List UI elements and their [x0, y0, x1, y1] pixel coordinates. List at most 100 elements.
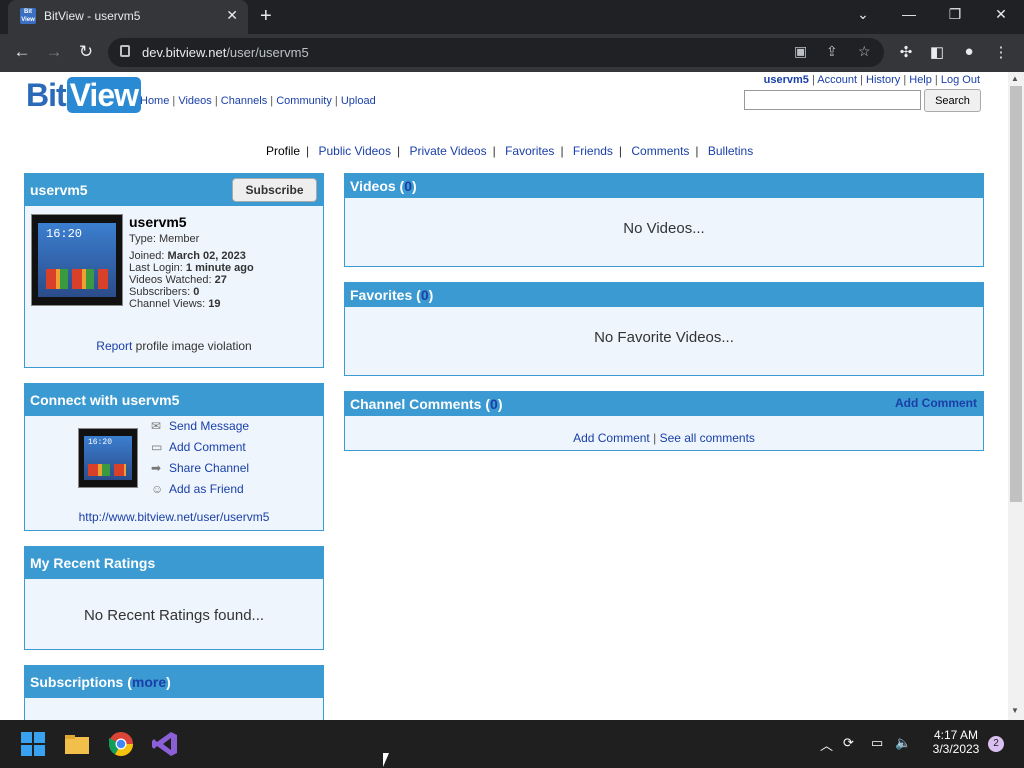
windows-taskbar: ︿ ⟳ ▭ 🔈 4:17 AM 3/3/2023 2	[0, 720, 1024, 768]
send-message-row[interactable]: ✉ Send Message	[151, 419, 249, 433]
videos-empty-message: No Videos...	[623, 220, 705, 237]
reload-icon[interactable]: ↻	[75, 42, 97, 62]
address-bar[interactable]: dev.bitview.net/user/uservm5 ▣ ⇪ ☆	[108, 38, 884, 67]
profile-username: uservm5	[129, 214, 187, 230]
profile-box: uservm5 Subscribe 16:20 uservm5 Type: Me…	[24, 173, 324, 368]
search-input[interactable]	[744, 90, 921, 110]
share-icon[interactable]: ⇪	[826, 43, 838, 60]
page-scrollbar[interactable]: ▲ ▼	[1008, 72, 1024, 720]
connect-box: Connect with uservm5 16:20 ✉ Send Message…	[24, 383, 324, 531]
browser-tab-bar: Bit View BitView - uservm5 ✕ + ⌄ — ❐ ✕	[0, 0, 1024, 34]
subscriptions-box: Subscriptions (more)	[24, 665, 324, 720]
profile-type: Type: Member	[129, 233, 200, 245]
menu-kebab-icon[interactable]: ⋮	[991, 43, 1011, 61]
add-comment-link[interactable]: Add Comment	[169, 440, 246, 454]
history-link[interactable]: History	[866, 74, 900, 86]
share-channel-link[interactable]: Share Channel	[169, 461, 249, 475]
account-link[interactable]: Account	[817, 74, 857, 86]
ratings-box-header: My Recent Ratings	[25, 547, 323, 579]
share-channel-row[interactable]: ➡ Share Channel	[151, 461, 249, 475]
back-icon[interactable]: ←	[11, 42, 33, 62]
tab-search-chevron-icon[interactable]: ⌄	[851, 6, 875, 23]
subscriptions-box-header: Subscriptions (more)	[25, 666, 323, 698]
mouse-cursor-icon	[383, 753, 389, 767]
file-explorer-icon[interactable]	[61, 728, 93, 760]
blocked-popup-icon[interactable]: ▣	[794, 43, 807, 60]
ratings-empty-message: No Recent Ratings found...	[83, 607, 265, 624]
profile-channel-views: Channel Views: 19	[129, 298, 221, 310]
subscribe-button[interactable]: Subscribe	[232, 178, 317, 202]
videos-count-link[interactable]: 0	[404, 178, 412, 194]
browser-toolbar: ← → ↻ dev.bitview.net/user/uservm5 ▣ ⇪ ☆…	[0, 34, 1024, 72]
web-page: Bit View Home | Videos | Channels | Commu…	[0, 72, 1008, 720]
restore-icon[interactable]: ❐	[943, 6, 967, 23]
add-friend-row[interactable]: ☺ Add as Friend	[151, 482, 244, 496]
friends-tab[interactable]: Friends	[573, 144, 613, 158]
minimize-icon[interactable]: —	[897, 6, 921, 22]
chrome-icon[interactable]	[105, 728, 137, 768]
bookmark-star-icon[interactable]: ☆	[858, 43, 871, 60]
profile-joined: Joined: March 02, 2023	[129, 250, 246, 262]
search-button[interactable]: Search	[924, 89, 981, 112]
new-tab-icon[interactable]: +	[260, 5, 272, 28]
clock[interactable]: 4:17 AM 3/3/2023	[926, 728, 986, 756]
connect-avatar: 16:20	[78, 428, 138, 488]
profile-videos-watched: Videos Watched: 27	[129, 274, 227, 286]
private-videos-tab[interactable]: Private Videos	[409, 144, 486, 158]
envelope-icon: ✉	[151, 419, 162, 433]
nav-videos[interactable]: Videos	[178, 95, 211, 107]
comments-tab[interactable]: Comments	[631, 144, 689, 158]
notification-badge[interactable]: 2	[988, 736, 1004, 752]
sync-icon[interactable]: ⟳	[843, 735, 854, 751]
see-all-comments-link[interactable]: See all comments	[660, 431, 755, 445]
profile-avatar: 16:20	[31, 214, 123, 306]
side-panel-icon[interactable]: ◧	[927, 43, 947, 61]
scroll-thumb[interactable]	[1010, 86, 1022, 502]
profile-last-login: Last Login: 1 minute ago	[129, 262, 254, 274]
tab-title: BitView - uservm5	[44, 9, 141, 23]
nav-channels[interactable]: Channels	[221, 95, 267, 107]
add-comment-row[interactable]: ▭ Add Comment	[151, 440, 246, 454]
favorites-count-link[interactable]: 0	[421, 287, 429, 303]
channel-url: http://www.bitview.net/user/uservm5	[25, 510, 323, 524]
main-nav: Home | Videos | Channels | Community | U…	[140, 95, 376, 107]
scroll-down-icon[interactable]: ▼	[1011, 706, 1019, 715]
tray-overflow-chevron-icon[interactable]: ︿	[820, 735, 833, 754]
bulletins-tab[interactable]: Bulletins	[708, 144, 753, 158]
share-arrow-icon: ➡	[151, 461, 162, 475]
comments-count-link[interactable]: 0	[490, 396, 498, 412]
tab-close-icon[interactable]: ✕	[226, 7, 238, 24]
nav-home[interactable]: Home	[140, 95, 169, 107]
add-comment-bottom-link[interactable]: Add Comment	[573, 431, 650, 445]
bitview-logo[interactable]: Bit View	[26, 77, 141, 114]
profile-box-header: uservm5 Subscribe	[25, 174, 323, 206]
logout-link[interactable]: Log Out	[941, 74, 980, 86]
favorites-tab[interactable]: Favorites	[505, 144, 554, 158]
nav-community[interactable]: Community	[276, 95, 332, 107]
url-text[interactable]: dev.bitview.net/user/uservm5	[142, 45, 309, 60]
profile-icon[interactable]: ●	[959, 43, 979, 60]
add-comment-header-link[interactable]: Add Comment	[895, 396, 977, 410]
scroll-up-icon[interactable]: ▲	[1011, 74, 1019, 83]
window-close-icon[interactable]: ✕	[989, 6, 1013, 23]
add-friend-link[interactable]: Add as Friend	[169, 482, 244, 496]
channel-url-link[interactable]: http://www.bitview.net/user/uservm5	[79, 510, 270, 524]
nav-upload[interactable]: Upload	[341, 95, 376, 107]
forward-icon[interactable]: →	[43, 42, 65, 62]
send-message-link[interactable]: Send Message	[169, 419, 249, 433]
browser-tab[interactable]: Bit View BitView - uservm5 ✕	[8, 0, 248, 34]
extensions-icon[interactable]: ✣	[896, 43, 916, 61]
windows-start-icon[interactable]	[17, 728, 49, 760]
public-videos-tab[interactable]: Public Videos	[318, 144, 391, 158]
profile-tab[interactable]: Profile	[266, 144, 300, 158]
help-link[interactable]: Help	[909, 74, 932, 86]
lock-icon[interactable]	[120, 45, 130, 57]
report-link[interactable]: Report	[96, 339, 132, 353]
user-link[interactable]: uservm5	[764, 74, 809, 86]
ratings-box: My Recent Ratings No Recent Ratings foun…	[24, 546, 324, 650]
display-icon[interactable]: ▭	[871, 735, 883, 751]
visual-studio-icon[interactable]	[149, 728, 181, 760]
subscriptions-more-link[interactable]: more	[132, 674, 166, 690]
volume-icon[interactable]: 🔈	[895, 735, 911, 751]
clock-time: 4:17 AM	[933, 728, 979, 742]
